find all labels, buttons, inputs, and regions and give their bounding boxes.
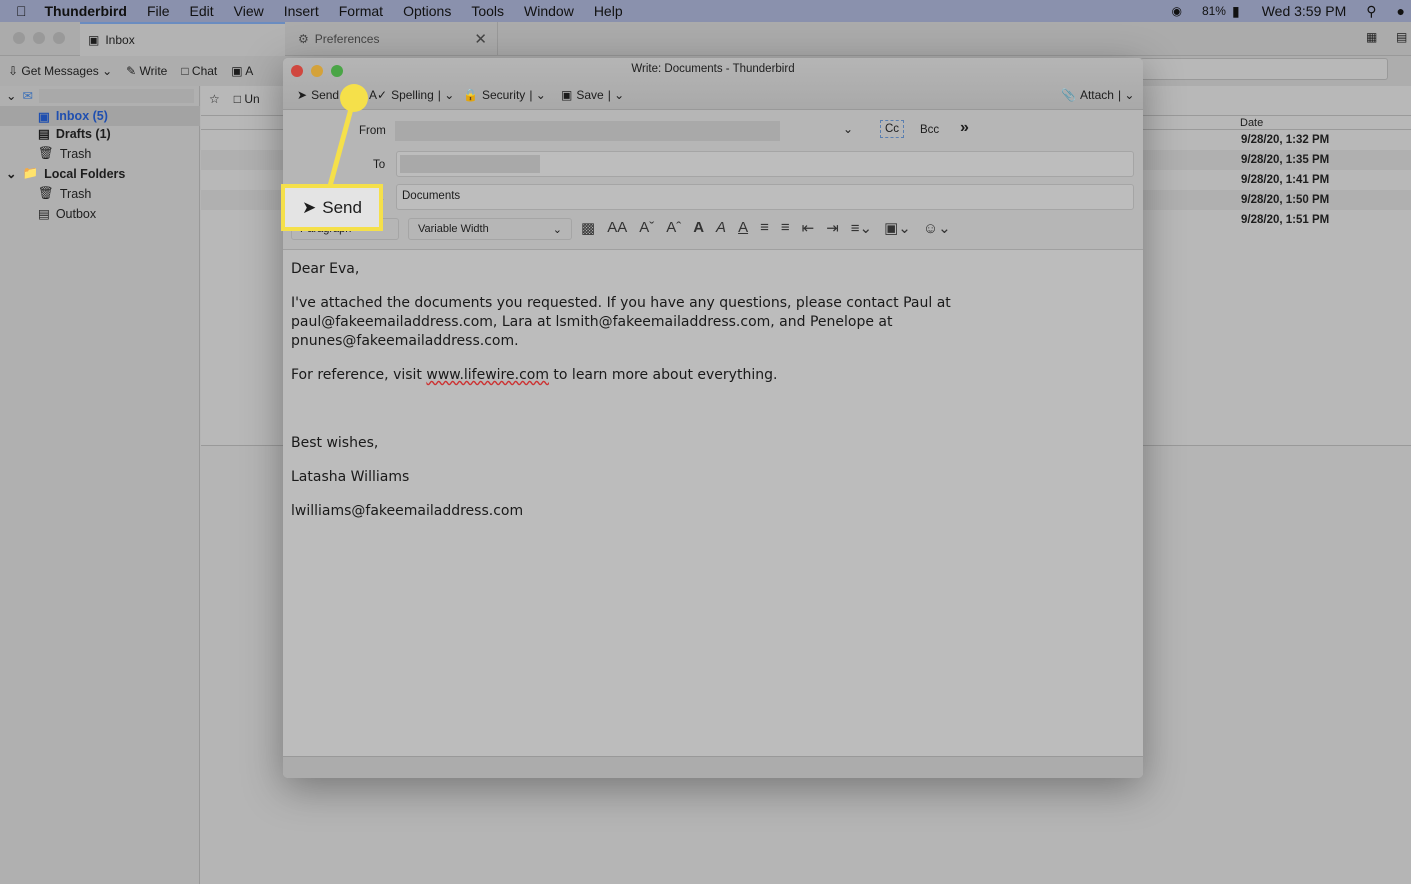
callout-line (327, 97, 357, 187)
send-callout: ➤ Send (281, 184, 383, 231)
callout-pin (340, 84, 368, 112)
send-icon: ➤ (302, 197, 317, 217)
